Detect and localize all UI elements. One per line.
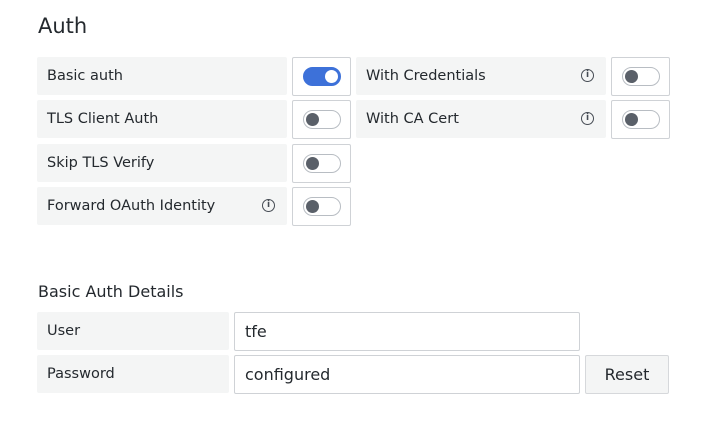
user-input[interactable]: tfe <box>234 312 580 351</box>
password-label: Password <box>37 355 229 393</box>
basic-auth-switch[interactable] <box>302 67 341 86</box>
forward-oauth-label-text: Forward OAuth Identity <box>47 198 216 214</box>
basic-auth-toggle[interactable] <box>292 57 351 96</box>
skip-tls-verify-label: Skip TLS Verify <box>37 144 287 182</box>
info-icon[interactable]: i <box>581 112 594 125</box>
forward-oauth-switch[interactable] <box>302 197 341 216</box>
with-ca-cert-toggle[interactable] <box>611 100 670 139</box>
tls-client-auth-label: TLS Client Auth <box>37 100 287 138</box>
user-label-text: User <box>47 323 81 339</box>
auth-title: Auth <box>38 14 88 38</box>
basic-auth-details-title: Basic Auth Details <box>38 282 184 301</box>
switch-knob <box>305 200 319 213</box>
tls-client-auth-switch[interactable] <box>302 110 341 129</box>
switch-knob <box>305 113 319 126</box>
password-input[interactable]: configured <box>234 355 580 394</box>
with-ca-cert-label: With CA Cert i <box>356 100 606 138</box>
with-credentials-label-text: With Credentials <box>366 68 486 84</box>
password-label-text: Password <box>47 366 115 382</box>
skip-tls-verify-toggle[interactable] <box>292 144 351 183</box>
info-icon[interactable]: i <box>262 199 275 212</box>
tls-client-auth-label-text: TLS Client Auth <box>47 111 159 127</box>
forward-oauth-toggle[interactable] <box>292 187 351 226</box>
basic-auth-label-text: Basic auth <box>47 68 123 84</box>
with-credentials-label: With Credentials i <box>356 57 606 95</box>
reset-button[interactable]: Reset <box>585 355 669 394</box>
switch-knob <box>624 113 638 126</box>
tls-client-auth-toggle[interactable] <box>292 100 351 139</box>
info-icon[interactable]: i <box>581 69 594 82</box>
switch-knob <box>324 70 338 83</box>
forward-oauth-label: Forward OAuth Identity i <box>37 187 287 225</box>
basic-auth-label: Basic auth <box>37 57 287 95</box>
with-ca-cert-label-text: With CA Cert <box>366 111 459 127</box>
with-ca-cert-switch[interactable] <box>621 110 660 129</box>
skip-tls-verify-label-text: Skip TLS Verify <box>47 155 155 171</box>
switch-knob <box>624 70 638 83</box>
with-credentials-toggle[interactable] <box>611 57 670 96</box>
with-credentials-switch[interactable] <box>621 67 660 86</box>
user-label: User <box>37 312 229 350</box>
switch-knob <box>305 157 319 170</box>
skip-tls-verify-switch[interactable] <box>302 154 341 173</box>
